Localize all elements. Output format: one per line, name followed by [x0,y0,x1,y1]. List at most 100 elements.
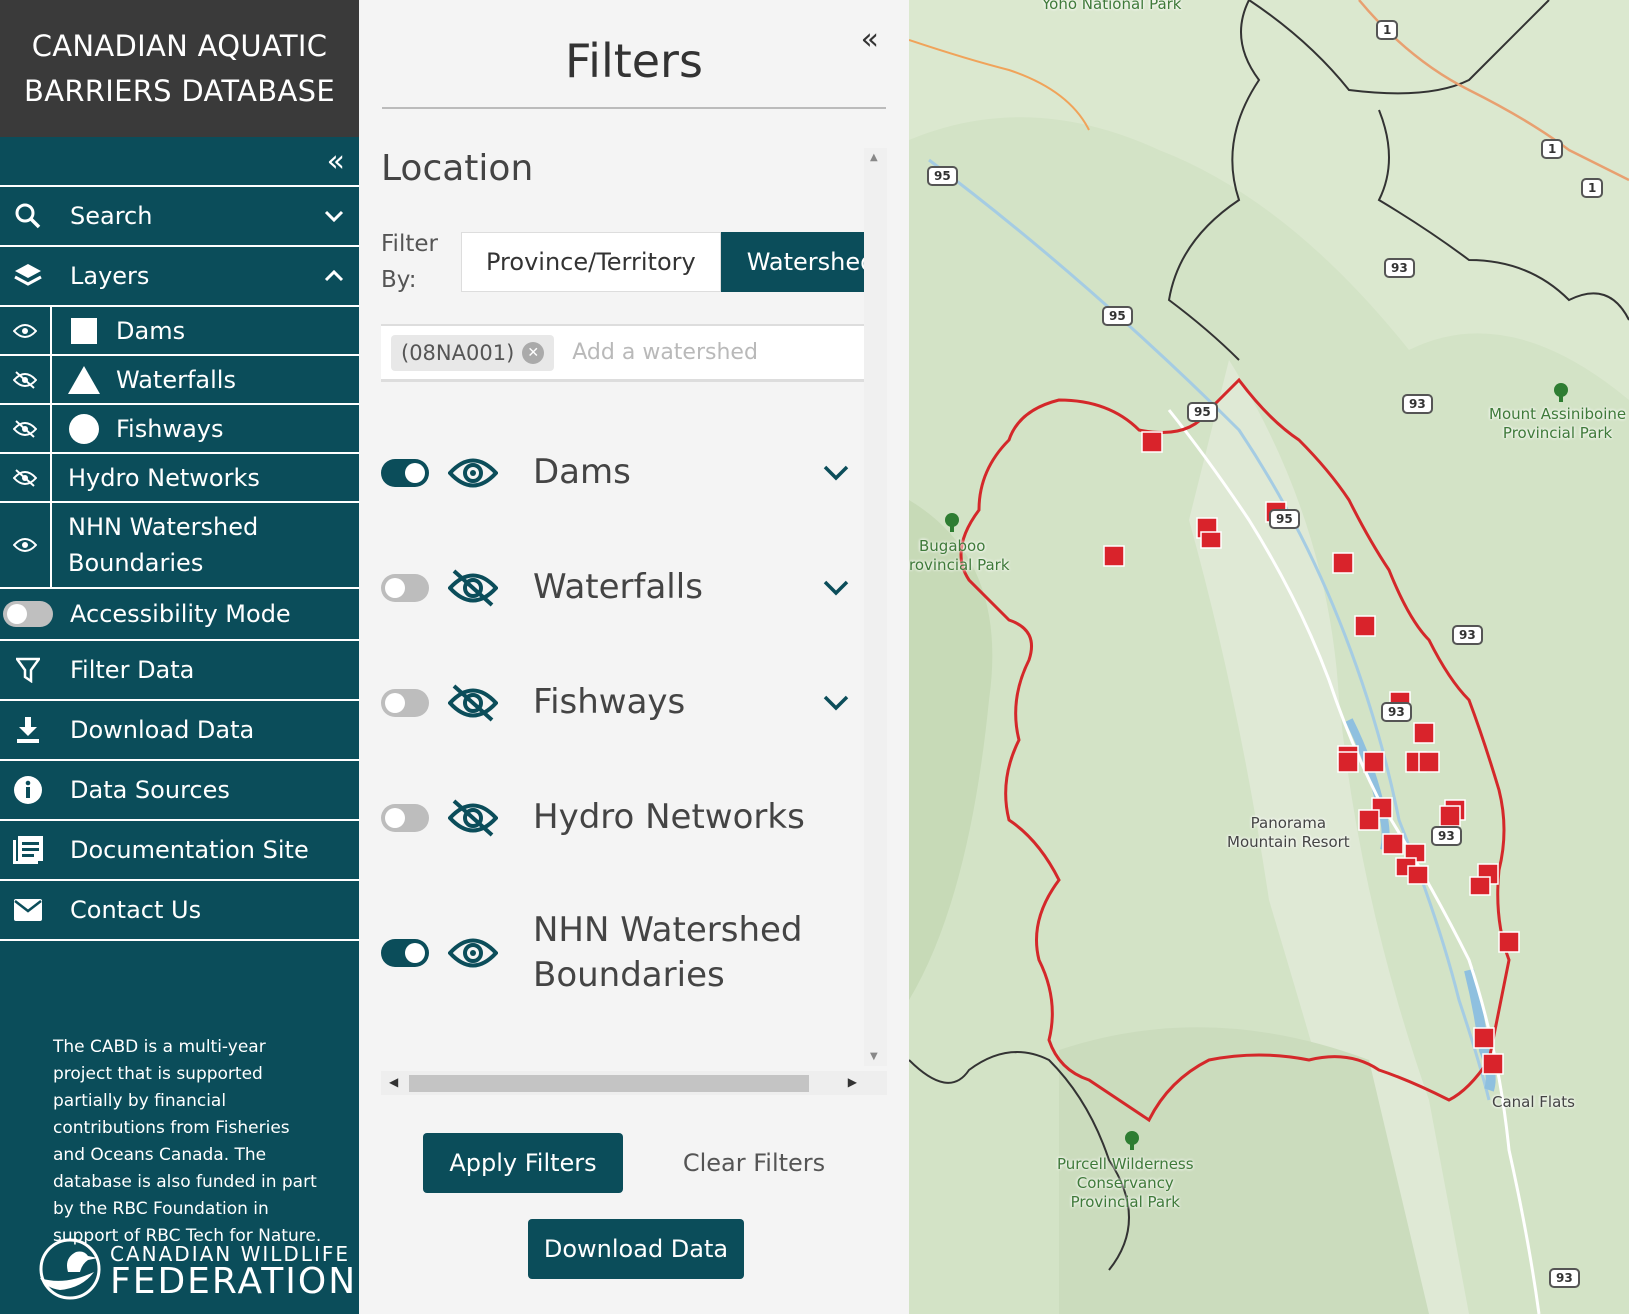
nav-filter-label: Filter Data [70,656,195,684]
scroll-right-icon[interactable]: ▶ [848,1075,857,1089]
map-label-canal-flats: Canal Flats [1492,1093,1575,1111]
nav-search[interactable]: Search [0,187,359,247]
loon-logo-icon [34,1238,106,1304]
dams-toggle[interactable] [381,458,429,487]
filter-by-line2: By: [381,267,417,293]
waterfalls-toggle[interactable] [381,573,429,602]
filters-scroll-area[interactable]: Location Filter By: Province/Territory Wa… [359,148,887,1066]
download-icon [0,716,56,744]
chevron-down-icon[interactable] [821,580,851,596]
map-view[interactable]: Yoho National Park Mount Assiniboine Prov… [909,0,1629,1314]
layer-item-waterfalls[interactable]: Waterfalls [0,356,359,405]
layer-label: NHN Watershed Boundaries [52,503,258,587]
layer-label: Dams [116,316,186,345]
chevron-down-icon[interactable] [821,695,851,711]
search-icon [0,203,56,229]
accessibility-label: Accessibility Mode [70,600,291,628]
scroll-up-icon[interactable]: ▲ [870,152,878,163]
filter-layer-fishways: Fishways [381,680,851,725]
vertical-scrollbar[interactable]: ▲ ▼ [864,148,887,1066]
layer-item-hydro-networks[interactable]: Hydro Networks [0,454,359,503]
watershed-input[interactable]: (08NA001) ✕ Add a watershed [381,324,871,382]
eye-off-icon[interactable] [0,454,52,501]
eye-icon[interactable] [447,936,499,970]
app-title: CANADIAN AQUATIC BARRIERS DATABASE [0,0,359,137]
scroll-thumb[interactable] [409,1075,809,1092]
nav-filter-data[interactable]: Filter Data [0,641,359,701]
fishways-toggle[interactable] [381,688,429,717]
eye-off-icon[interactable] [447,569,499,607]
watershed-tag: (08NA001) ✕ [391,334,555,371]
accessibility-toggle[interactable]: Accessibility Mode [0,589,359,641]
filter-by-segmented-control: Province/Territory Watershed [461,232,887,292]
watershed-placeholder: Add a watershed [572,340,758,365]
highway-shield: 93 [1384,258,1415,278]
nav-contact-us[interactable]: Contact Us [0,881,359,941]
logo-text-line2: FEDERATION [110,1261,358,1302]
toggle-switch[interactable] [0,601,56,627]
scroll-left-icon[interactable]: ◀ [389,1075,398,1089]
map-label-line: Mountain Resort [1227,833,1350,851]
nav-layers-label: Layers [70,262,150,290]
app-title-line2: BARRIERS DATABASE [24,73,335,108]
horizontal-scrollbar[interactable]: ◀ ▶ [381,1071,887,1095]
scroll-down-icon[interactable]: ▼ [870,1051,878,1062]
layer-name: Waterfalls [533,567,703,607]
nav-contact-label: Contact Us [70,896,202,924]
filter-by-label: Filter By: [381,226,438,298]
square-icon [52,307,116,354]
layer-name: NHN Watershed Boundaries [533,908,851,998]
chevron-up-icon [309,270,359,282]
remove-tag-icon[interactable]: ✕ [522,341,545,364]
nav-data-sources[interactable]: Data Sources [0,761,359,821]
info-icon [0,775,56,805]
layer-name-line2: Boundaries [533,955,725,995]
layer-item-fishways[interactable]: Fishways [0,405,359,454]
tab-province-territory[interactable]: Province/Territory [461,232,721,292]
map-label-purcell: Purcell Wilderness Conservancy Provincial … [1057,1155,1194,1212]
eye-icon[interactable] [447,456,499,490]
highway-shield: 93 [1549,1268,1580,1288]
filters-panel: Filters « Location Filter By: Province/Te… [359,0,909,1314]
cwf-logo[interactable]: CANADIAN WILDLIFE FEDERATION [34,1238,357,1304]
nav-layers[interactable]: Layers [0,247,359,307]
highway-shield: 1 [1581,178,1604,198]
clear-filters-button[interactable]: Clear Filters [669,1133,839,1193]
layer-name: Fishways [533,682,686,722]
eye-off-icon[interactable] [447,684,499,722]
eye-icon[interactable] [0,307,52,354]
nav-download-data[interactable]: Download Data [0,701,359,761]
filter-icon [0,657,56,683]
map-canvas[interactable] [909,0,1629,1314]
tab-watershed[interactable]: Watershed [720,232,887,292]
map-label-line: Panorama [1250,814,1327,832]
eye-off-icon[interactable] [447,799,499,837]
map-label-line: rovincial Park [909,556,1010,574]
layer-item-dams[interactable]: Dams [0,307,359,356]
eye-icon[interactable] [0,503,52,587]
eye-off-icon[interactable] [0,405,52,452]
nav-download-label: Download Data [70,716,255,744]
nav-documentation[interactable]: Documentation Site [0,821,359,881]
layer-name-line1: NHN Watershed [533,910,803,950]
filters-title: Filters [565,34,703,88]
chevron-down-icon[interactable] [821,465,851,481]
highway-shield: 1 [1541,139,1564,159]
nhn-toggle[interactable] [381,939,429,967]
triangle-icon [52,356,116,403]
map-label-line: Conservancy [1076,1174,1174,1192]
map-label-panorama: Panorama Mountain Resort [1227,814,1350,852]
map-label-bugaboo: Bugaboo rovincial Park [909,537,1010,575]
layer-item-nhn-watershed[interactable]: NHN Watershed Boundaries [0,503,359,589]
eye-off-icon[interactable] [0,356,52,403]
map-label-line: Bugaboo [919,537,986,555]
hydro-toggle[interactable] [381,803,429,832]
apply-filters-button[interactable]: Apply Filters [423,1133,623,1193]
map-label-line: Provincial Park [1070,1193,1180,1211]
download-data-button[interactable]: Download Data [528,1219,744,1279]
sidebar-collapse-button[interactable]: « [0,137,359,187]
layers-icon [0,262,56,290]
map-label-yoho: Yoho National Park [1042,0,1182,13]
nav-sources-label: Data Sources [70,776,230,804]
close-panel-button[interactable]: « [861,22,879,57]
